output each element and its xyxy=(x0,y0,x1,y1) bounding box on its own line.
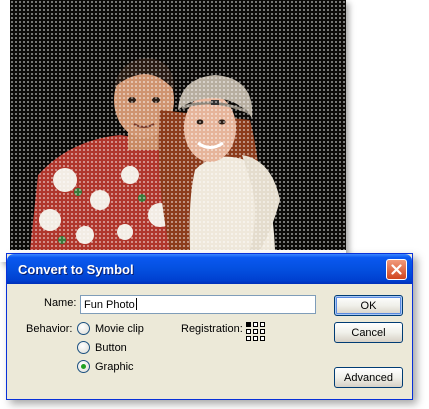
radio-label: Button xyxy=(95,341,127,354)
cancel-button[interactable]: Cancel xyxy=(334,322,403,343)
registration-point-top-center[interactable] xyxy=(253,322,258,327)
close-icon xyxy=(391,264,402,275)
dialog-title: Convert to Symbol xyxy=(18,262,134,277)
registration-point-bottom-right[interactable] xyxy=(260,336,265,341)
registration-point-center[interactable] xyxy=(253,329,258,334)
radio-button-selected[interactable] xyxy=(77,360,90,373)
radio-label: Movie clip xyxy=(95,322,144,335)
radio-button[interactable] xyxy=(77,341,90,354)
dialog-titlebar[interactable]: Convert to Symbol xyxy=(7,254,412,284)
radio-button[interactable] xyxy=(77,322,90,335)
radio-label: Graphic xyxy=(95,360,134,373)
registration-point-top-right[interactable] xyxy=(260,322,265,327)
name-label: Name: xyxy=(44,297,77,309)
stage-photo-frame xyxy=(0,0,346,262)
name-input[interactable]: Fun Photo xyxy=(80,295,316,314)
registration-label: Registration: xyxy=(181,323,243,335)
radio-selected-dot xyxy=(81,364,86,369)
radio-button-option[interactable]: Button xyxy=(77,341,127,354)
text-caret xyxy=(135,298,137,310)
ok-button[interactable]: OK xyxy=(334,295,403,316)
convert-to-symbol-dialog: Convert to Symbol Name: Fun Photo Behavi… xyxy=(6,253,413,400)
radio-movie-clip[interactable]: Movie clip xyxy=(77,322,144,335)
registration-grid[interactable] xyxy=(246,322,266,342)
registration-point-top-left[interactable] xyxy=(246,322,251,327)
registration-point-bottom-left[interactable] xyxy=(246,336,251,341)
advanced-button[interactable]: Advanced xyxy=(334,367,403,388)
radio-graphic[interactable]: Graphic xyxy=(77,360,134,373)
dialog-body: Name: Fun Photo Behavior: Movie clip But… xyxy=(10,284,409,396)
stage-photo[interactable] xyxy=(10,0,346,250)
registration-point-middle-right[interactable] xyxy=(260,329,265,334)
registration-point-bottom-center[interactable] xyxy=(253,336,258,341)
photo-image xyxy=(10,0,346,250)
behavior-label: Behavior: xyxy=(26,323,73,335)
close-button[interactable] xyxy=(386,259,407,280)
registration-point-middle-left[interactable] xyxy=(246,329,251,334)
name-input-value: Fun Photo xyxy=(84,299,135,311)
